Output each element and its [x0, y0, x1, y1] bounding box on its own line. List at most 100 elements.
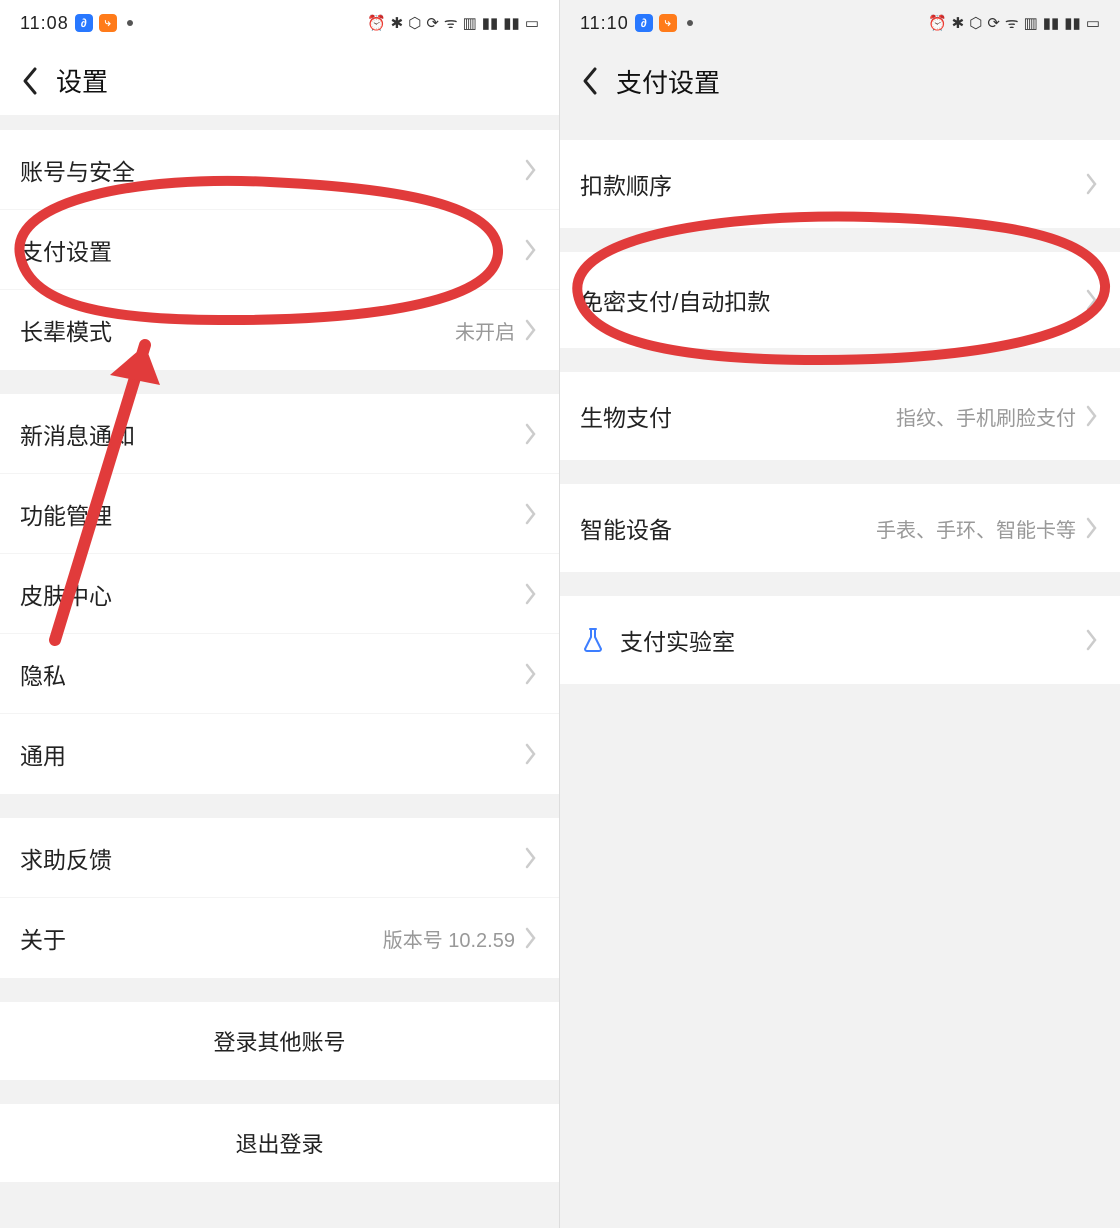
spacer — [560, 460, 1120, 484]
shield-icon: ⬡ — [408, 14, 421, 32]
logout-button[interactable]: 退出登录 — [0, 1104, 559, 1182]
row-label: 支付设置 — [20, 233, 112, 267]
row-feature-management[interactable]: 功能管理 — [0, 474, 559, 554]
row-label: 新消息通知 — [20, 417, 135, 451]
back-button[interactable] — [14, 65, 46, 97]
chevron-right-icon — [1086, 629, 1098, 651]
phone-payment-settings: 11:10 ∂ ⤷ ⏰ ✱ ⬡ ⟳ ᯤ ▥ ▮▮ ▮▮ ▭ 支付设置 扣款顺序 … — [560, 0, 1120, 1228]
row-label: 皮肤中心 — [20, 577, 112, 611]
nfc-icon: ▥ — [1024, 14, 1038, 32]
row-label: 免密支付/自动扣款 — [580, 283, 770, 317]
spacer — [560, 228, 1120, 252]
status-bar: 11:08 ∂ ⤷ ⏰ ✱ ⬡ ⟳ ᯤ ▥ ▮▮ ▮▮ ▭ — [0, 0, 559, 46]
logout-label: 退出登录 — [235, 1127, 323, 1159]
status-time: 11:08 — [20, 13, 69, 34]
bluetooth-icon: ✱ — [952, 14, 965, 32]
nav-header: 支付设置 — [560, 46, 1120, 116]
status-dot-icon — [687, 20, 693, 26]
row-label: 关于 — [20, 921, 66, 955]
settings-group-2: 新消息通知 功能管理 皮肤中心 隐私 通用 — [0, 394, 559, 794]
chevron-right-icon — [1086, 517, 1098, 539]
chevron-right-icon — [525, 583, 537, 605]
row-notifications[interactable]: 新消息通知 — [0, 394, 559, 474]
row-label: 长辈模式 — [20, 313, 112, 347]
chevron-left-icon — [21, 66, 39, 96]
chevron-right-icon — [1086, 405, 1098, 427]
chevron-right-icon — [1086, 173, 1098, 195]
spacer — [0, 116, 559, 130]
status-dot-icon — [127, 20, 133, 26]
app-icon: ⤷ — [99, 14, 117, 32]
row-value: 未开启 — [455, 316, 515, 345]
battery-icon: ▭ — [525, 14, 539, 32]
row-general[interactable]: 通用 — [0, 714, 559, 794]
alarm-icon: ⏰ — [367, 14, 386, 32]
nav-header: 设置 — [0, 46, 559, 116]
row-label: 扣款顺序 — [580, 167, 672, 201]
row-label: 生物支付 — [580, 399, 672, 433]
status-left: 11:08 ∂ ⤷ — [20, 13, 137, 34]
row-payment-lab[interactable]: 支付实验室 — [560, 596, 1120, 684]
chevron-right-icon — [525, 319, 537, 341]
chevron-right-icon — [1086, 289, 1098, 311]
row-label: 通用 — [20, 737, 66, 771]
row-payment-settings[interactable]: 支付设置 — [0, 210, 559, 290]
chevron-right-icon — [525, 159, 537, 181]
alarm-icon: ⏰ — [928, 14, 947, 32]
row-biometric-payment[interactable]: 生物支付 指纹、手机刷脸支付 — [560, 372, 1120, 460]
shield-icon: ⬡ — [969, 14, 982, 32]
phone-settings: 11:08 ∂ ⤷ ⏰ ✱ ⬡ ⟳ ᯤ ▥ ▮▮ ▮▮ ▭ 设置 账号与安全 — [0, 0, 560, 1228]
row-label: 求助反馈 — [20, 841, 112, 875]
signal-1-icon: ▮▮ — [1043, 14, 1060, 32]
row-deduction-order[interactable]: 扣款顺序 — [560, 140, 1120, 228]
app-icon: ⤷ — [659, 14, 677, 32]
row-label: 账号与安全 — [20, 153, 135, 187]
nfc-icon: ▥ — [463, 14, 477, 32]
chevron-right-icon — [525, 239, 537, 261]
page-title: 设置 — [56, 62, 108, 99]
row-smart-devices[interactable]: 智能设备 手表、手环、智能卡等 — [560, 484, 1120, 572]
login-other-account-label: 登录其他账号 — [213, 1025, 345, 1057]
status-time: 11:10 — [580, 13, 629, 34]
chevron-right-icon — [525, 663, 537, 685]
row-help-feedback[interactable]: 求助反馈 — [0, 818, 559, 898]
sync-icon: ⟳ — [426, 14, 439, 32]
chevron-right-icon — [525, 503, 537, 525]
chevron-right-icon — [525, 927, 537, 949]
alipay-app-icon: ∂ — [75, 14, 93, 32]
spacer — [560, 348, 1120, 372]
row-about[interactable]: 关于 版本号 10.2.59 — [0, 898, 559, 978]
wifi-icon: ᯤ — [444, 13, 458, 33]
row-value: 手表、手环、智能卡等 — [876, 514, 1076, 543]
alipay-app-icon: ∂ — [635, 14, 653, 32]
status-left: 11:10 ∂ ⤷ — [580, 13, 697, 34]
row-privacy[interactable]: 隐私 — [0, 634, 559, 714]
back-button[interactable] — [574, 65, 606, 97]
wifi-icon: ᯤ — [1005, 13, 1019, 33]
row-skin-center[interactable]: 皮肤中心 — [0, 554, 559, 634]
battery-icon: ▭ — [1086, 14, 1100, 32]
chevron-right-icon — [525, 847, 537, 869]
row-label: 智能设备 — [580, 511, 672, 545]
sync-icon: ⟳ — [987, 14, 1000, 32]
row-label: 支付实验室 — [620, 623, 735, 657]
page-title: 支付设置 — [616, 63, 720, 100]
signal-2-icon: ▮▮ — [503, 14, 520, 32]
row-account-security[interactable]: 账号与安全 — [0, 130, 559, 210]
chevron-right-icon — [525, 743, 537, 765]
spacer — [560, 116, 1120, 140]
signal-2-icon: ▮▮ — [1064, 14, 1081, 32]
bluetooth-icon: ✱ — [391, 14, 404, 32]
signal-1-icon: ▮▮ — [482, 14, 499, 32]
settings-group-1: 账号与安全 支付设置 长辈模式 未开启 — [0, 130, 559, 370]
row-value: 指纹、手机刷脸支付 — [896, 402, 1076, 431]
login-other-account-button[interactable]: 登录其他账号 — [0, 1002, 559, 1080]
chevron-left-icon — [581, 66, 599, 96]
spacer — [560, 572, 1120, 596]
status-bar: 11:10 ∂ ⤷ ⏰ ✱ ⬡ ⟳ ᯤ ▥ ▮▮ ▮▮ ▭ — [560, 0, 1120, 46]
row-elder-mode[interactable]: 长辈模式 未开启 — [0, 290, 559, 370]
row-label: 隐私 — [20, 657, 66, 691]
row-passwordless-payment[interactable]: 免密支付/自动扣款 — [560, 252, 1120, 348]
row-label: 功能管理 — [20, 497, 112, 531]
status-right: ⏰ ✱ ⬡ ⟳ ᯤ ▥ ▮▮ ▮▮ ▭ — [928, 13, 1100, 33]
